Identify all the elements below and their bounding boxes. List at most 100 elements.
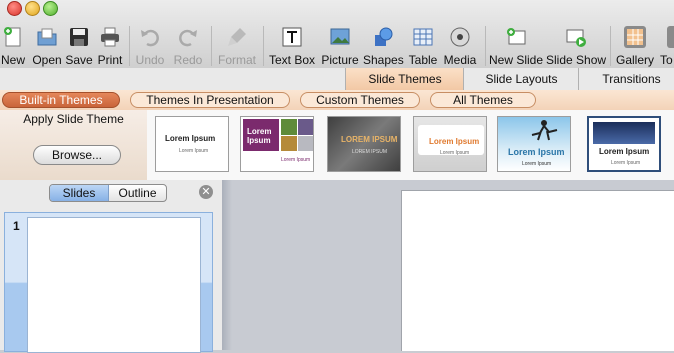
slide-show-icon xyxy=(566,29,586,47)
toolbar-separator xyxy=(129,26,130,66)
theme-thumb-purple-photos[interactable]: Lorem Ipsum Lorem Ipsum xyxy=(240,116,314,172)
picture-button[interactable]: Picture xyxy=(320,24,360,67)
printer-icon xyxy=(101,27,119,47)
new-slide-icon xyxy=(507,28,526,45)
theme-thumb-title: Lorem Ipsum xyxy=(599,147,650,156)
slides-outline-toggle: Slides Outline xyxy=(49,184,167,202)
tab-built-in-themes[interactable]: Built-in Themes xyxy=(2,92,120,108)
tab-themes-in-presentation[interactable]: Themes In Presentation xyxy=(130,92,290,108)
apply-slide-theme-panel: Apply Slide Theme Browse... xyxy=(0,110,148,180)
picture-label: Picture xyxy=(321,53,359,67)
table-icon xyxy=(413,28,433,46)
tab-slide-themes[interactable]: Slide Themes xyxy=(345,68,464,90)
theme-thumb-photo-tile xyxy=(281,136,297,151)
close-pane-icon[interactable]: ✕ xyxy=(199,185,213,199)
gallery-icon xyxy=(624,26,646,48)
picture-icon xyxy=(330,28,350,45)
save-disk-icon xyxy=(70,28,88,46)
theme-thumb-title: LOREM IPSUM xyxy=(341,135,398,144)
theme-thumb-subtitle: LOREM IPSUM xyxy=(352,149,388,155)
minimize-window-button[interactable] xyxy=(25,1,40,16)
theme-gallery: Apply Slide Theme Browse... Lorem Ipsum … xyxy=(0,110,674,181)
theme-thumb-white[interactable]: Lorem Ipsum Lorem Ipsum xyxy=(155,116,229,172)
redo-arrow-icon xyxy=(179,29,197,47)
redo-label: Redo xyxy=(173,53,203,67)
gallery-button[interactable]: Gallery xyxy=(614,24,656,67)
text-box-button[interactable]: Text Box xyxy=(267,24,317,67)
table-label: Table xyxy=(408,53,438,67)
theme-thumb-orange-gray[interactable]: Lorem Ipsum Lorem Ipsum xyxy=(413,116,487,172)
slide-show-label: Slide Show xyxy=(546,53,607,67)
save-button[interactable]: Save xyxy=(65,24,93,67)
slide-editor-area xyxy=(222,180,674,351)
toolbox-icon xyxy=(667,26,674,48)
media-icon xyxy=(450,27,470,47)
toolbox-label: To xyxy=(660,53,673,66)
theme-thumb-photo-tile xyxy=(298,119,313,135)
table-button[interactable]: Table xyxy=(406,24,440,67)
slide-show-button[interactable]: Slide Show xyxy=(546,24,607,67)
athlete-silhouette-icon xyxy=(531,120,558,141)
theme-thumb-sky-athlete[interactable]: Lorem Ipsum Lorem Ipsum xyxy=(497,116,571,172)
toolbox-button[interactable]: To xyxy=(658,24,674,66)
shapes-button[interactable]: Shapes xyxy=(363,24,404,67)
outline-tab[interactable]: Outline xyxy=(109,185,166,201)
toolbar-separator xyxy=(610,26,611,66)
format-label: Format xyxy=(217,53,256,67)
theme-thumb-photo-tile xyxy=(298,136,313,151)
gallery-label: Gallery xyxy=(615,53,654,67)
slide-canvas[interactable] xyxy=(401,190,674,351)
theme-thumb-dark-gray[interactable]: LOREM IPSUM LOREM IPSUM xyxy=(327,116,401,172)
text-box-label: Text Box xyxy=(268,53,316,67)
undo-label: Undo xyxy=(135,53,165,67)
theme-thumb-subtitle: Lorem Ipsum xyxy=(281,157,311,163)
pane-splitter[interactable] xyxy=(222,180,232,350)
open-button[interactable]: Open xyxy=(31,24,63,67)
format-button[interactable]: Format xyxy=(216,24,258,67)
undo-button[interactable]: Undo xyxy=(134,24,166,67)
new-document-icon xyxy=(4,27,21,47)
theme-thumb-title: Lorem Ipsum xyxy=(247,127,272,145)
tab-all-themes[interactable]: All Themes xyxy=(430,92,536,108)
toolbar-separator xyxy=(485,26,486,66)
new-slide-button[interactable]: New Slide xyxy=(488,24,544,67)
print-button[interactable]: Print xyxy=(95,24,125,67)
zoom-window-button[interactable] xyxy=(43,1,58,16)
theme-thumb-title: Lorem Ipsum xyxy=(429,137,480,146)
theme-thumb-subtitle: Lorem Ipsum xyxy=(522,161,552,167)
slide-list[interactable]: 1 xyxy=(4,212,213,353)
new-slide-label: New Slide xyxy=(488,53,544,67)
theme-thumb-subtitle: Lorem Ipsum xyxy=(179,148,209,154)
tab-slide-layouts[interactable]: Slide Layouts xyxy=(463,68,579,90)
open-folder-icon xyxy=(37,28,57,46)
theme-gallery-tab-bar: Built-in Themes Themes In Presentation C… xyxy=(0,90,674,111)
slide-number: 1 xyxy=(13,219,20,233)
theme-thumb-title: Lorem Ipsum xyxy=(508,147,565,157)
theme-thumb-night-tree[interactable]: Lorem Ipsum Lorem Ipsum xyxy=(587,116,661,172)
ribbon-tab-bar: Slide Themes Slide Layouts Transitions xyxy=(0,68,674,91)
theme-thumb-subtitle: Lorem Ipsum xyxy=(611,160,641,166)
text-box-icon xyxy=(282,27,302,47)
theme-thumb-title: Lorem Ipsum xyxy=(165,134,216,143)
slides-tab[interactable]: Slides xyxy=(50,185,109,201)
browse-button[interactable]: Browse... xyxy=(33,145,121,165)
toolbar-separator xyxy=(263,26,264,66)
format-brush-icon xyxy=(228,28,246,46)
toolbar: New Open Save Print Undo Redo Format Tex… xyxy=(0,0,674,69)
print-label: Print xyxy=(97,53,123,67)
tab-transitions[interactable]: Transitions xyxy=(578,68,674,90)
undo-arrow-icon xyxy=(141,29,159,47)
close-window-button[interactable] xyxy=(7,1,22,16)
media-button[interactable]: Media xyxy=(441,24,479,67)
new-label: New xyxy=(0,53,25,67)
shapes-label: Shapes xyxy=(363,53,404,67)
new-button[interactable]: New xyxy=(0,24,26,67)
slide-thumbnail[interactable] xyxy=(27,217,201,353)
media-label: Media xyxy=(443,53,477,67)
redo-button[interactable]: Redo xyxy=(172,24,204,67)
tab-custom-themes[interactable]: Custom Themes xyxy=(300,92,420,108)
toolbar-separator xyxy=(211,26,212,66)
apply-slide-theme-heading: Apply Slide Theme xyxy=(23,112,124,126)
theme-thumb-subtitle: Lorem Ipsum xyxy=(440,150,470,156)
theme-thumb-photo-tile xyxy=(281,119,297,135)
